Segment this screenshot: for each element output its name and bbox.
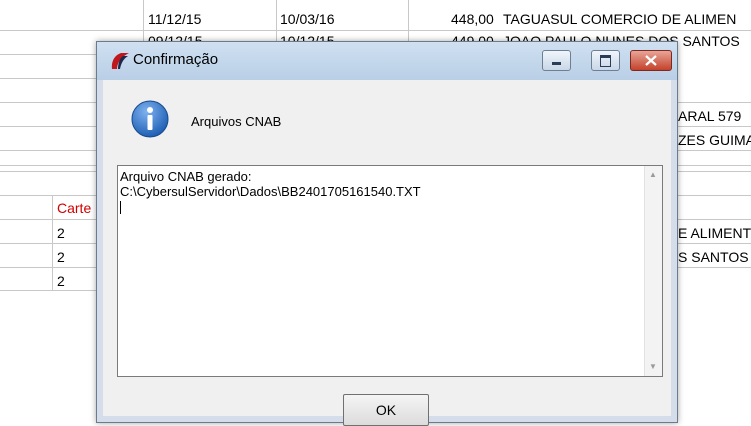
grid-line [676, 102, 751, 103]
maximize-button[interactable] [591, 50, 620, 71]
grid-line [0, 267, 96, 268]
grid-line [676, 243, 751, 244]
grid-line [143, 0, 144, 41]
grid-line [276, 0, 277, 41]
scroll-down-icon[interactable]: ▼ [649, 362, 657, 371]
close-button[interactable] [630, 50, 672, 71]
grid-line [0, 54, 96, 55]
textarea-line: C:\CybersulServidor\Dados\BB240170516154… [120, 184, 421, 199]
column-header-carteira[interactable]: Carte [57, 200, 91, 216]
grid-line [676, 171, 751, 172]
close-icon [645, 55, 657, 66]
app-logo-icon [111, 53, 129, 69]
grid-line [0, 171, 96, 172]
ok-button[interactable]: OK [343, 394, 429, 426]
row-fragment: E ALIMENT [678, 225, 751, 241]
grid-line [676, 150, 751, 151]
row-fragment: S SANTOS [678, 249, 749, 265]
grid-line [0, 219, 96, 220]
grid-line [0, 102, 96, 103]
minimize-icon [552, 62, 561, 65]
grid-line [676, 126, 751, 127]
grid-line [0, 290, 96, 291]
grid-line [0, 165, 96, 166]
scroll-up-icon[interactable]: ▲ [649, 170, 657, 179]
dialog-title: Confirmação [133, 51, 219, 68]
grid-line [0, 243, 96, 244]
row-fragment: ARAL 579 [678, 108, 742, 124]
table-cell: 2 [57, 249, 65, 265]
row-date: 10/03/16 [280, 11, 335, 27]
text-caret [120, 201, 121, 214]
grid-line [676, 267, 751, 268]
row-date: 11/12/15 [148, 11, 202, 27]
grid-line [676, 165, 751, 166]
output-textarea[interactable]: Arquivo CNAB gerado: C:\CybersulServidor… [117, 165, 663, 377]
minimize-button[interactable] [542, 50, 571, 71]
textarea-line: Arquivo CNAB gerado: [120, 169, 252, 184]
grid-line [0, 195, 96, 196]
grid-line [0, 126, 96, 127]
dialog-body: Arquivos CNAB Arquivo CNAB gerado: C:\Cy… [103, 80, 671, 426]
grid-line [0, 78, 96, 79]
grid-line [0, 150, 96, 151]
grid-line [676, 195, 751, 196]
maximize-icon [600, 55, 611, 67]
grid-line [676, 219, 751, 220]
grid-line [408, 0, 409, 41]
info-icon [131, 100, 169, 138]
row-fragment: ZES GUIMA [678, 132, 751, 148]
row-value: 448,00 [451, 11, 494, 27]
row-name: TAGUASUL COMERCIO DE ALIMEN [503, 11, 737, 27]
dialog-titlebar[interactable]: Confirmação [97, 42, 677, 80]
grid-line [52, 195, 53, 291]
table-cell: 2 [57, 225, 65, 241]
vertical-scrollbar[interactable]: ▲ ▼ [644, 166, 662, 376]
confirmation-dialog: Confirmação Arquivos CNAB Arquivo CNAB g… [96, 41, 678, 426]
message-label: Arquivos CNAB [191, 114, 282, 129]
grid-line [0, 30, 751, 31]
table-cell: 2 [57, 273, 65, 289]
